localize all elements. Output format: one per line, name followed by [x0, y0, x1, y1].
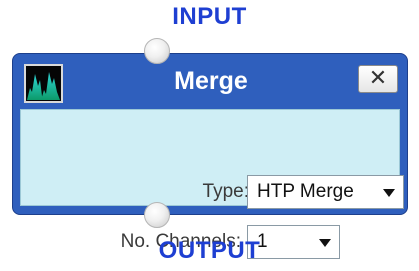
input-label: INPUT: [172, 3, 247, 30]
input-port[interactable]: [144, 38, 170, 64]
output-port[interactable]: [144, 202, 170, 228]
type-label: Type:: [202, 181, 249, 202]
type-select-value: HTP Merge: [257, 181, 354, 202]
type-select[interactable]: HTP Merge: [247, 175, 404, 209]
output-label: OUTPUT: [158, 237, 261, 264]
node-title: Merge: [174, 67, 248, 95]
close-button[interactable]: ✕: [358, 65, 398, 93]
chevron-down-icon: [383, 189, 395, 197]
type-field-row: Type: HTP Merge: [0, 175, 419, 209]
